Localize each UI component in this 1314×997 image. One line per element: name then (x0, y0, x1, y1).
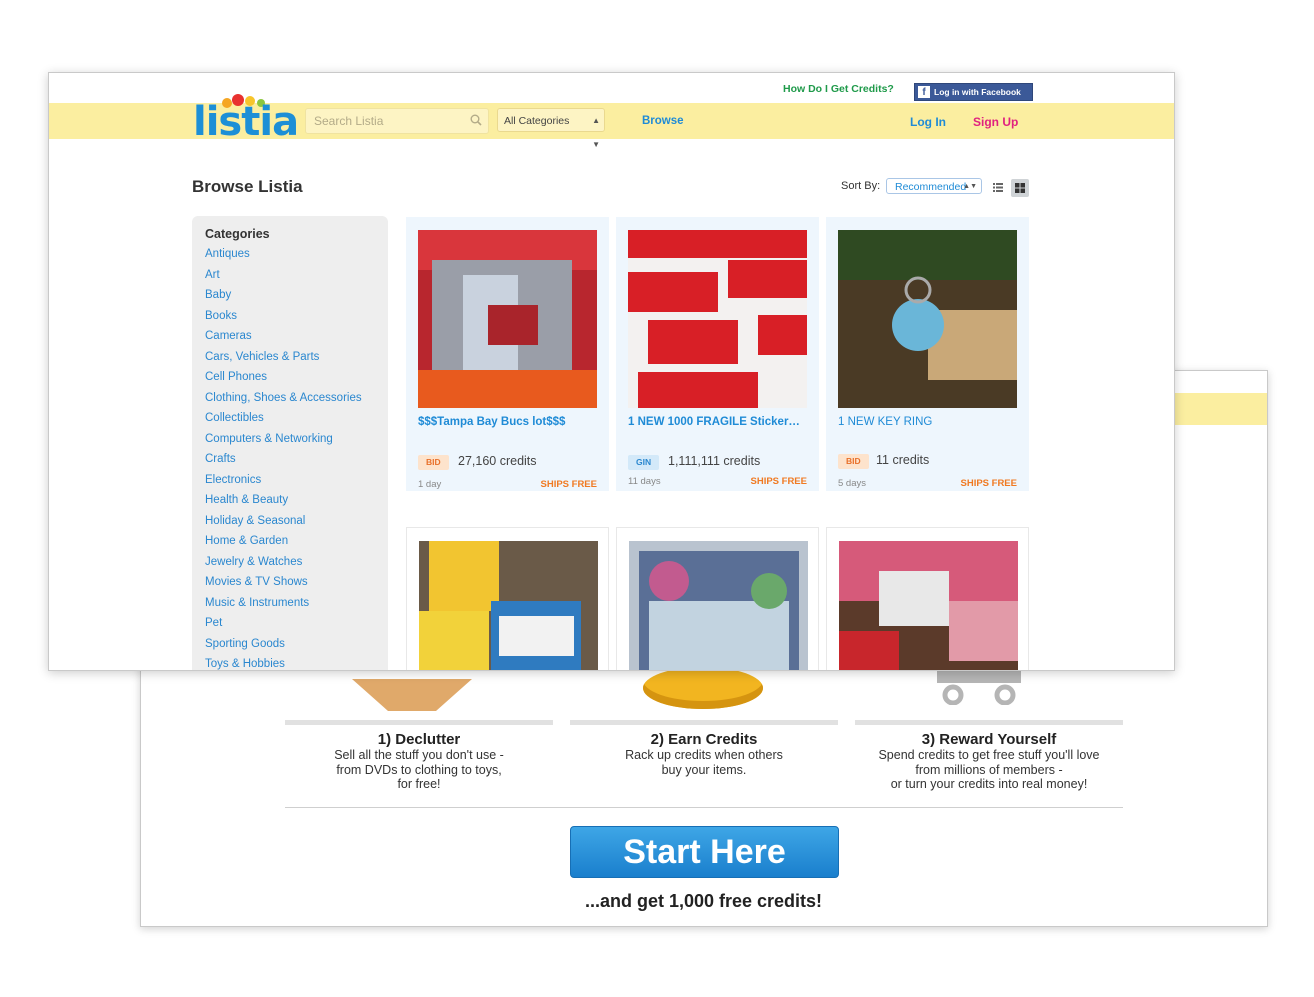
step-title: 2) Earn Credits (650, 731, 758, 748)
login-link[interactable]: Log In (910, 115, 946, 129)
listing-title[interactable]: $$$Tampa Bay Bucs lot$$$ (418, 416, 604, 428)
step-declutter: 1) Declutter Sell all the stuff you don'… (285, 731, 553, 792)
category-list: Antiques Art Baby Books Cameras Cars, Ve… (205, 248, 362, 670)
categories-heading: Categories (205, 227, 270, 241)
category-link[interactable]: Cameras (205, 330, 362, 351)
ships-free-label: SHIPS FREE (750, 476, 808, 487)
grid-view-icon[interactable] (1011, 179, 1029, 197)
category-link[interactable]: Collectibles (205, 412, 362, 433)
category-link[interactable]: Holiday & Seasonal (205, 515, 362, 536)
bid-badge: BID (418, 455, 449, 470)
listing-credits: 11 credits (876, 453, 930, 467)
category-link[interactable]: Computers & Networking (205, 433, 362, 454)
free-credits-tagline: ...and get 1,000 free credits! (584, 891, 823, 911)
facebook-icon: f (918, 86, 930, 98)
step-reward-yourself: 3) Reward Yourself Spend credits to get … (855, 731, 1123, 792)
category-link[interactable]: Movies & TV Shows (205, 576, 362, 597)
categories-sidebar: Categories Antiques Art Baby Books Camer… (192, 216, 388, 670)
listing-photo[interactable] (628, 230, 807, 408)
gin-badge: GIN (628, 455, 660, 470)
category-link[interactable]: Books (205, 310, 362, 331)
sort-label: Sort By: (841, 180, 881, 192)
listing-age: 11 days (628, 476, 661, 487)
listing-card[interactable]: $$$Tampa Bay Bucs lot$$$ BID 27,160 cred… (406, 217, 609, 491)
section-divider (285, 807, 1123, 808)
select-arrows-icon: ▲▼ (592, 116, 600, 149)
listing-photo[interactable] (419, 541, 598, 671)
list-view-icon[interactable] (990, 179, 1006, 195)
step-line: Spend credits to get free stuff you'll l… (878, 748, 1100, 762)
listing-card[interactable] (826, 527, 1029, 671)
search-box[interactable] (305, 108, 489, 134)
listing-credits: 27,160 credits (458, 454, 537, 468)
ships-free-label: SHIPS FREE (960, 478, 1018, 489)
category-link[interactable]: Cars, Vehicles & Parts (205, 351, 362, 372)
ships-free-label: SHIPS FREE (540, 479, 598, 490)
page-title: Browse Listia (192, 177, 303, 196)
category-link[interactable]: Health & Beauty (205, 494, 362, 515)
listia-logo[interactable]: listia (193, 93, 299, 145)
box-illustration (352, 679, 472, 711)
step-title: 1) Declutter (377, 731, 461, 748)
how-get-credits-link[interactable]: How Do I Get Credits? (783, 83, 894, 95)
category-link[interactable]: Electronics (205, 474, 362, 495)
category-select[interactable]: All Categories ▲ ▼ (497, 108, 605, 149)
step-line: from millions of members - (915, 762, 1063, 777)
category-link[interactable]: Pet (205, 617, 362, 638)
search-icon[interactable] (470, 114, 482, 126)
step-divider (855, 720, 1123, 725)
step-title: 3) Reward Yourself (921, 731, 1057, 748)
listing-card[interactable]: 1 NEW 1000 FRAGILE Sticker… GIN 1,111,11… (616, 217, 819, 491)
sort-select[interactable]: Recommended ▲▼ (886, 178, 982, 194)
listing-credits: 1,111,111 credits (668, 454, 761, 468)
category-link[interactable]: Cell Phones (205, 371, 362, 392)
step-earn-credits: 2) Earn Credits Rack up credits when oth… (570, 731, 838, 777)
step-divider (285, 720, 553, 725)
category-link[interactable]: Baby (205, 289, 362, 310)
step-line: for free! (397, 777, 441, 791)
listing-photo[interactable] (838, 230, 1017, 408)
sort-select-value: Recommended (895, 181, 967, 193)
listing-photo[interactable] (629, 541, 808, 671)
bid-badge: BID (838, 454, 869, 469)
cart-illustration (937, 669, 1021, 705)
facebook-login-label: Log in with Facebook (934, 87, 1021, 97)
logo-wordmark: listia (193, 99, 299, 145)
step-line: or turn your credits into real money! (890, 777, 1088, 791)
category-link[interactable]: Home & Garden (205, 535, 362, 556)
step-line: Sell all the stuff you don't use - (334, 748, 504, 762)
category-link[interactable]: Toys & Hobbies (205, 658, 362, 670)
category-link[interactable]: Music & Instruments (205, 597, 362, 618)
listing-card[interactable] (616, 527, 819, 671)
signup-link[interactable]: Sign Up (973, 115, 1018, 129)
category-link[interactable]: Art (205, 269, 362, 290)
listing-age: 1 day (418, 479, 442, 490)
category-link[interactable]: Jewelry & Watches (205, 556, 362, 577)
browse-link[interactable]: Browse (642, 115, 684, 127)
listing-photo[interactable] (839, 541, 1018, 671)
category-link[interactable]: Clothing, Shoes & Accessories (205, 392, 362, 413)
category-link[interactable]: Crafts (205, 453, 362, 474)
step-line: from DVDs to clothing to toys, (336, 762, 502, 777)
category-select-value: All Categories (504, 115, 570, 127)
step-divider (570, 720, 838, 725)
listing-title[interactable]: 1 NEW 1000 FRAGILE Sticker… (628, 416, 814, 428)
listing-card[interactable]: 1 NEW KEY RING BID 11 credits 5 days SHI… (826, 217, 1029, 491)
listing-card[interactable] (406, 527, 609, 671)
coins-illustration (643, 667, 763, 709)
category-link[interactable]: Antiques (205, 248, 362, 269)
listing-title[interactable]: 1 NEW KEY RING (838, 416, 1024, 428)
step-line: Rack up credits when others (625, 748, 783, 762)
start-here-button[interactable]: Start Here (570, 826, 839, 878)
listing-photo[interactable] (418, 230, 597, 408)
browse-listia-window: How Do I Get Credits? f Log in with Faceb… (48, 72, 1175, 671)
facebook-login-button[interactable]: f Log in with Facebook (914, 83, 1033, 101)
category-link[interactable]: Sporting Goods (205, 638, 362, 659)
listing-age: 5 days (838, 478, 866, 489)
search-input[interactable] (306, 109, 464, 133)
select-arrows-icon: ▲▼ (963, 183, 977, 190)
step-line: buy your items. (661, 762, 747, 777)
